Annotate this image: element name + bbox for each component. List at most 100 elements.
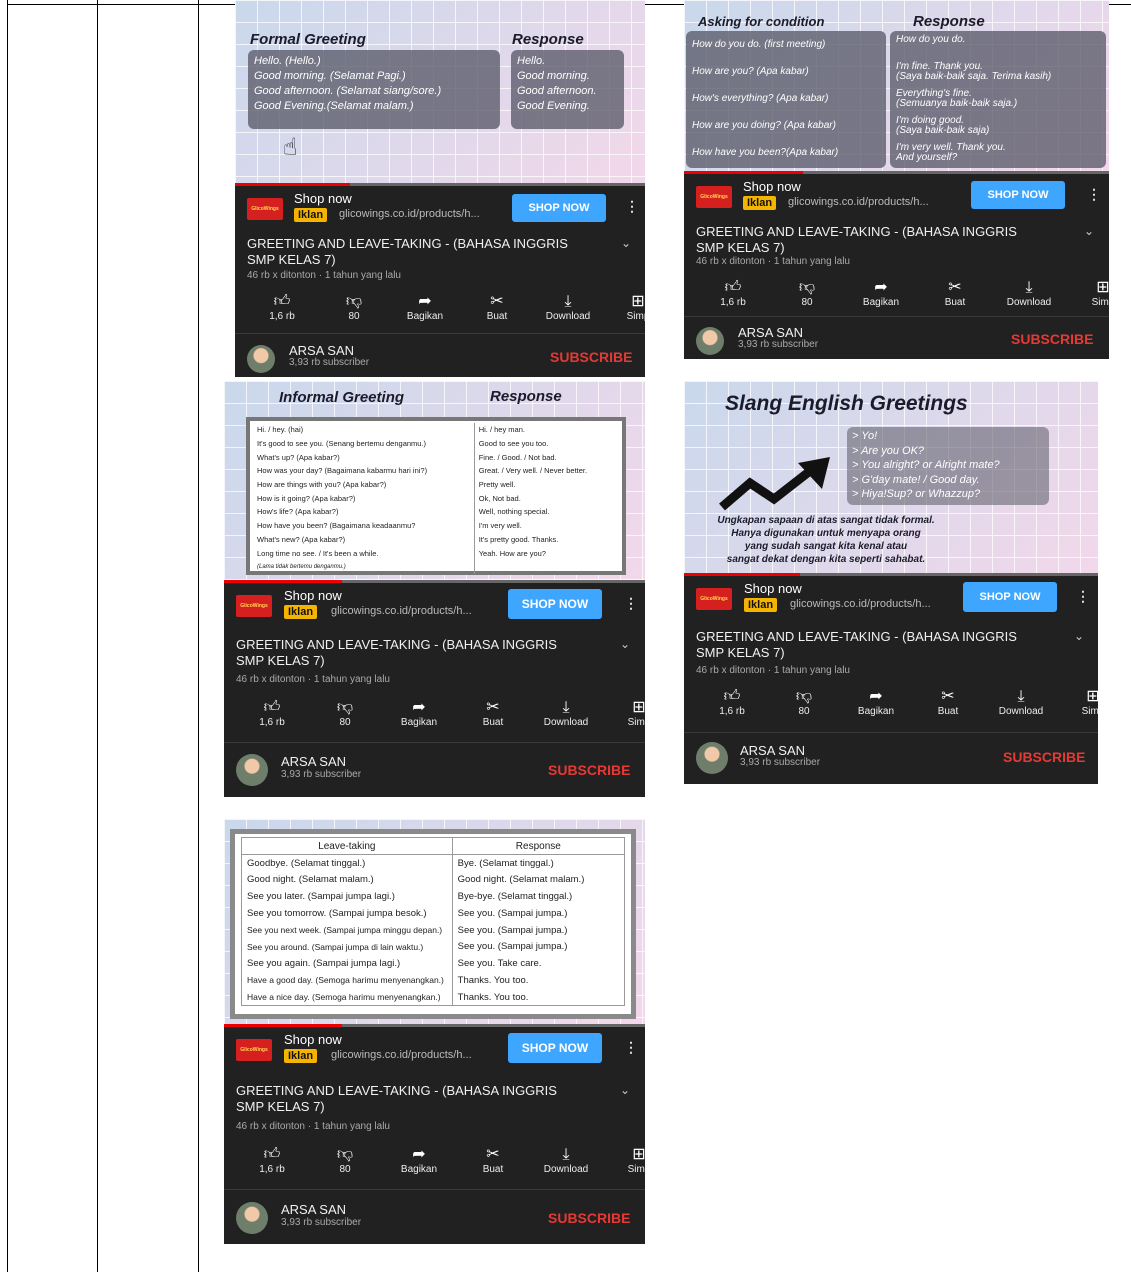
save-button[interactable]: ⊞Simp [1068,277,1109,308]
dislike-button[interactable]: 👎︎ 80 [769,686,839,717]
advertiser-logo: GlicoWings [236,595,272,617]
like-button[interactable]: 👍︎ 1,6 rb [698,277,768,308]
ad-row[interactable]: GlicoWings Shop now Iklan glicowings.co.… [684,576,1098,618]
like-button[interactable]: 👍︎ 1,6 rb [247,291,317,322]
table-border-col2 [198,0,199,1272]
video-thumbnail[interactable]: Asking for condition Response How do you… [684,0,1109,172]
ask-line: How have you been?(Apa kabar) [692,147,839,158]
channel-name[interactable]: ARSA SAN [281,1202,346,1217]
avatar[interactable] [247,345,275,373]
like-button[interactable]: 👍︎ 1,6 rb [237,697,307,728]
cell: Bye-bye. (Selamat tinggal.) [457,890,573,902]
dislike-button[interactable]: 👎︎ 80 [772,277,842,308]
channel-name[interactable]: ARSA SAN [289,343,354,358]
chevron-down-icon[interactable]: ⌄ [620,637,630,651]
note-line: sangat dekat dengan kita seperti sahabat… [726,554,926,565]
download-button[interactable]: ⤓ Download [531,1144,601,1175]
video-title[interactable]: GREETING AND LEAVE-TAKING - (BAHASA INGG… [696,629,1026,661]
save-label: Simp [627,1164,645,1175]
download-button[interactable]: ⤓ Download [533,291,603,322]
save-label: Simp [627,717,645,728]
subscribe-button[interactable]: SUBSCRIBE [1011,331,1093,347]
video-thumbnail[interactable]: Formal Greeting Response Hello. (Hello.)… [235,0,645,185]
remix-button[interactable]: ✂ Buat [913,686,983,717]
video-card-leave-taking: Leave-taking Response Goodbye. (Selamat … [224,819,645,1244]
dislike-button[interactable]: 👎︎ 80 [319,291,389,322]
save-button[interactable]: ⊞Simp [1058,686,1098,717]
thumbs-down-icon: 👎︎ [336,697,354,716]
remix-button[interactable]: ✂ Buat [920,277,990,308]
subscriber-count: 3,93 rb subscriber [738,339,819,350]
leave-taking-table: Leave-taking Response Goodbye. (Selamat … [241,837,625,1007]
subscribe-button[interactable]: SUBSCRIBE [1003,749,1085,765]
like-button[interactable]: 👍︎ 1,6 rb [697,686,767,717]
more-options-icon[interactable]: ⋮ [625,198,639,215]
remix-button[interactable]: ✂ Buat [458,1144,528,1175]
share-button[interactable]: ➦ Bagikan [846,277,916,308]
shop-now-button[interactable]: SHOP NOW [963,582,1057,612]
cell: Fine. / Good. / Not bad. [478,452,557,462]
ad-row[interactable]: GlicoWings Shop now Iklan glicowings.co.… [224,583,645,625]
cell: Good to see you too. [478,439,549,449]
avatar[interactable] [236,754,268,786]
share-label: Bagikan [406,311,444,322]
more-options-icon[interactable]: ⋮ [1087,186,1101,203]
like-button[interactable]: 👍︎ 1,6 rb [237,1144,307,1175]
like-count: 1,6 rb [259,1164,285,1175]
remix-button[interactable]: ✂ Buat [458,697,528,728]
download-button[interactable]: ⤓ Download [994,277,1064,308]
avatar[interactable] [236,1202,268,1234]
chevron-down-icon[interactable]: ⌄ [621,236,631,250]
share-button[interactable]: ➦ Bagikan [390,291,460,322]
save-button[interactable]: ⊞Simp [604,1144,645,1175]
channel-name[interactable]: ARSA SAN [281,754,346,769]
ad-row[interactable]: GlicoWings Shop now Iklan glicowings.co.… [235,186,645,228]
subscribe-button[interactable]: SUBSCRIBE [548,762,630,778]
share-button[interactable]: ➦ Bagikan [384,1144,454,1175]
chevron-down-icon[interactable]: ⌄ [1074,629,1084,643]
shop-now-button[interactable]: SHOP NOW [971,181,1065,209]
cell: How is it going? (Apa kabar?) [253,491,475,506]
dislike-button[interactable]: 👎︎ 80 [310,1144,380,1175]
more-options-icon[interactable]: ⋮ [624,595,638,612]
answer-line: I'm doing good. (Saya baik-baik saja) [896,116,1100,143]
channel-name[interactable]: ARSA SAN [740,743,805,758]
ad-url: glicowings.co.id/products/h... [331,605,472,617]
video-title[interactable]: GREETING AND LEAVE-TAKING - (BAHASA INGG… [236,1083,566,1115]
like-count: 1,6 rb [720,297,746,308]
remix-button[interactable]: ✂ Buat [462,291,532,322]
save-button[interactable]: ⊞Simp [603,291,645,322]
shop-now-button[interactable]: SHOP NOW [508,589,602,619]
subscribe-button[interactable]: SUBSCRIBE [550,349,632,365]
chevron-down-icon[interactable]: ⌄ [620,1083,630,1097]
video-title[interactable]: GREETING AND LEAVE-TAKING - (BAHASA INGG… [236,637,566,669]
shop-now-button[interactable]: SHOP NOW [508,1033,602,1063]
save-button[interactable]: ⊞Simp [604,697,645,728]
avatar[interactable] [696,742,728,774]
download-button[interactable]: ⤓ Download [986,686,1056,717]
video-thumbnail[interactable]: Slang English Greetings > Yo! > Are you … [684,381,1098,575]
cell: How's life? (Apa kabar?) [253,505,475,519]
avatar[interactable] [696,327,724,355]
dislike-button[interactable]: 👎︎ 80 [310,697,380,728]
video-title[interactable]: GREETING AND LEAVE-TAKING - (BAHASA INGG… [696,224,1036,256]
video-thumbnail[interactable]: Informal Greeting Response Hi. / hey. (h… [224,381,645,582]
ad-url: glicowings.co.id/products/h... [790,598,931,610]
ad-row[interactable]: GlicoWings Shop now Iklan glicowings.co.… [684,174,1109,216]
video-thumbnail[interactable]: Leave-taking Response Goodbye. (Selamat … [224,819,645,1027]
shop-now-button[interactable]: SHOP NOW [512,194,606,222]
video-title[interactable]: GREETING AND LEAVE-TAKING - (BAHASA INGG… [247,236,577,268]
answer-line: I'm fine. Thank you. (Saya baik-baik saja… [896,62,1100,89]
ad-row[interactable]: GlicoWings Shop now Iklan glicowings.co.… [224,1027,645,1069]
more-options-icon[interactable]: ⋮ [624,1039,638,1056]
more-options-icon[interactable]: ⋮ [1076,588,1090,605]
cell: See you. (Sampai jumpa.) [457,941,568,953]
channel-name[interactable]: ARSA SAN [738,325,803,340]
share-button[interactable]: ➦ Bagikan [384,697,454,728]
download-button[interactable]: ⤓ Download [531,697,601,728]
subscribe-button[interactable]: SUBSCRIBE [548,1210,630,1226]
cell: Bye. (Selamat tinggal.) [457,857,554,869]
answer-line: Everything's fine. (Semuanya baik-baik sa… [896,89,1100,116]
chevron-down-icon[interactable]: ⌄ [1084,224,1094,238]
share-button[interactable]: ➦ Bagikan [841,686,911,717]
